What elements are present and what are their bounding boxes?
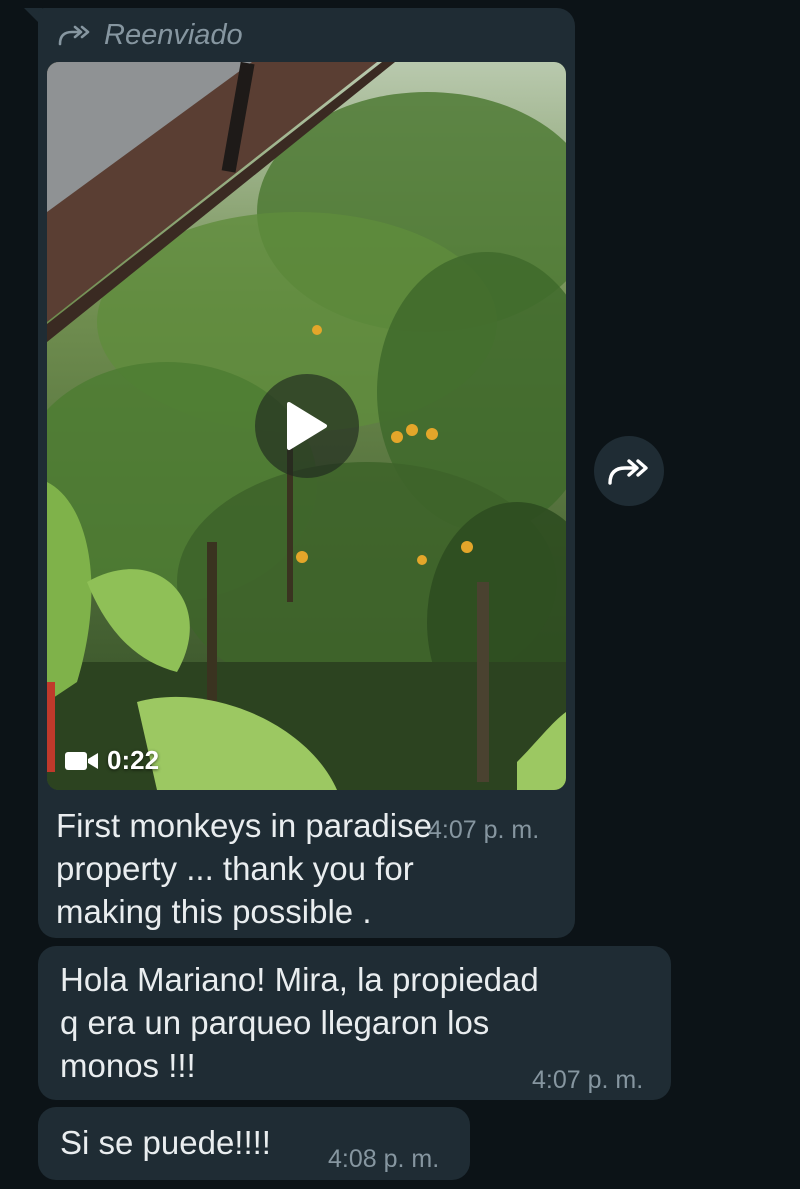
message-line: Hola Mariano! Mira, la propiedad	[60, 961, 539, 998]
video-thumbnail[interactable]: 0:22	[47, 62, 566, 790]
play-icon	[287, 402, 327, 450]
forwarded-label: Reenviado	[104, 18, 243, 51]
message-line: monos !!!	[60, 1047, 196, 1084]
forward-arrow-icon	[58, 25, 90, 46]
text-message[interactable]: Hola Mariano! Mira, la propiedad q era u…	[38, 946, 671, 1100]
chat-view: Reenviado 0:22 First monkeys in paradise…	[0, 0, 800, 1189]
message-text: Hola Mariano! Mira, la propiedad q era u…	[60, 958, 539, 1087]
forwarded-video-message[interactable]: Reenviado 0:22 First monkeys in paradise…	[38, 8, 575, 938]
forwarded-header: Reenviado	[58, 18, 243, 51]
text-message[interactable]: Si se puede!!!! 4:08 p. m.	[38, 1107, 470, 1180]
video-camera-icon	[65, 751, 98, 770]
caption-line: making this possible .	[56, 893, 372, 930]
video-duration-label: 0:22	[107, 745, 160, 775]
message-timestamp: 4:07 p. m.	[428, 816, 540, 844]
message-line: q era un parqueo llegaron los	[60, 1004, 490, 1041]
play-button[interactable]	[255, 374, 359, 478]
message-timestamp: 4:07 p. m.	[532, 1066, 644, 1094]
video-duration: 0:22	[65, 745, 159, 776]
message-text: Si se puede!!!!	[60, 1124, 271, 1161]
caption-line: property ... thank you for	[56, 850, 414, 887]
message-timestamp: 4:08 p. m.	[328, 1145, 440, 1173]
forward-button[interactable]	[594, 436, 664, 506]
forward-arrow-icon	[608, 459, 648, 485]
